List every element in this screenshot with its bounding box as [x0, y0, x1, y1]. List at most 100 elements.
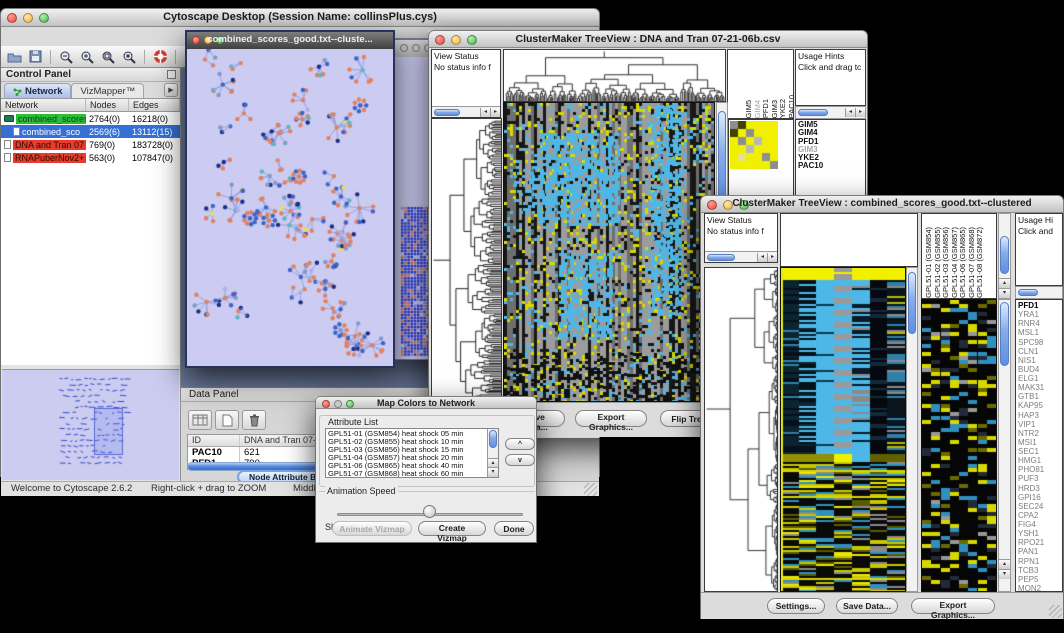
usage-hints-panel: Usage Hints Click and drag tc	[795, 49, 866, 106]
network-row-selected[interactable]: combined_sco 2569(6)13112(15)	[1, 125, 180, 138]
column-dendrogram-panel[interactable]	[780, 213, 918, 267]
float-panel-icon[interactable]	[167, 70, 176, 79]
network-table: combined_scores 2764(0)16218(0) combined…	[1, 112, 180, 365]
gene-label: YRA1	[1018, 310, 1060, 319]
control-panel-tabs: Network VizMapper™ ▶	[1, 82, 180, 99]
labels-vscrollbar[interactable]: ▴ ▾	[998, 213, 1011, 299]
slider-thumb[interactable]	[423, 505, 436, 518]
network-row[interactable]: DNA and Tran 07 769(0)183728(0)	[1, 138, 180, 151]
gene-label: GTB1	[1018, 392, 1060, 401]
attribute-item[interactable]: GPL51-07 (GSM868) heat shock 60 min	[328, 470, 496, 478]
column-dendrogram-panel[interactable]	[503, 49, 726, 102]
scroll-down-icon[interactable]: ▾	[999, 569, 1010, 579]
scroll-right-icon[interactable]: ▸	[767, 253, 777, 262]
zoom-selected-icon[interactable]	[120, 48, 138, 65]
usage-hints-hscrollbar[interactable]: ◂▸	[795, 106, 866, 119]
global-heatmap[interactable]	[780, 267, 906, 592]
scroll-up-icon[interactable]: ▴	[999, 278, 1010, 288]
network-view-window: combined_scores_good.txt--cluste...	[185, 30, 395, 368]
open-file-icon[interactable]	[5, 48, 23, 65]
gene-label: NIS1	[1018, 356, 1060, 365]
tab-overflow-arrow[interactable]: ▶	[164, 83, 178, 97]
save-data-button[interactable]: Save Data...	[836, 598, 898, 614]
tab-network[interactable]: Network	[4, 83, 71, 98]
close-button[interactable]	[400, 44, 408, 52]
row-dendrogram-panel[interactable]	[431, 118, 502, 402]
network-overview-panel[interactable]	[2, 369, 179, 480]
attribute-list-vscrollbar[interactable]: ▴ ▾	[487, 429, 498, 477]
folder-icon	[4, 115, 14, 122]
settings-button[interactable]: Settings...	[767, 598, 825, 614]
treeview2-titlebar[interactable]: ClusterMaker TreeView : combined_scores_…	[700, 195, 1064, 213]
gene-label: PAC10	[798, 162, 863, 170]
gene-label: HMG1	[1018, 456, 1060, 465]
export-graphics-button[interactable]: Export Graphics...	[575, 410, 647, 427]
column-label: PAC10	[788, 95, 795, 118]
attribute-list[interactable]: GPL51-01 (GSM854) heat shock 05 minGPL51…	[325, 428, 499, 478]
network-row[interactable]: RNAPuberNov2+ 563(0)107847(0)	[1, 151, 180, 164]
export-graphics-button[interactable]: Export Graphics...	[911, 598, 995, 614]
scroll-right-icon[interactable]: ▸	[490, 108, 500, 117]
scroll-left-icon[interactable]: ◂	[757, 253, 767, 262]
view-status-hscrollbar[interactable]: ◂▸	[704, 251, 778, 263]
network-file-icon	[4, 140, 11, 149]
minimize-button[interactable]	[412, 44, 420, 52]
scroll-up-icon[interactable]: ▴	[999, 559, 1010, 569]
resize-grip[interactable]	[1049, 605, 1062, 618]
view-status-hscrollbar[interactable]: ◂▸	[431, 106, 501, 118]
network-file-icon	[13, 127, 20, 136]
status-welcome: Welcome to Cytoscape 2.6.2	[11, 483, 132, 494]
scroll-left-icon[interactable]: ◂	[845, 108, 855, 117]
gene-label: RPN1	[1018, 557, 1060, 566]
zoom-in-icon[interactable]	[78, 48, 96, 65]
delete-attribute-icon[interactable]	[242, 410, 266, 430]
new-attribute-icon[interactable]	[215, 410, 239, 430]
gene-label: BUD4	[1018, 365, 1060, 374]
scroll-down-icon[interactable]: ▾	[999, 288, 1010, 298]
network-window-title: combined_scores_good.txt--cluste...	[187, 34, 393, 45]
network-row[interactable]: combined_scores 2764(0)16218(0)	[1, 112, 180, 125]
resize-grip[interactable]	[584, 483, 597, 496]
animation-speed-label: Animation Speed	[325, 486, 398, 496]
gene-list: PFD1YRA1RNR4MSL1SPC98CLN1NIS1BUD4ELG1MAK…	[1015, 299, 1063, 592]
move-down-button[interactable]: v	[505, 454, 535, 466]
control-panel: Control Panel Network VizMapper™ ▶ Netwo…	[1, 68, 181, 481]
scroll-right-icon[interactable]: ▸	[855, 108, 865, 117]
select-attributes-icon[interactable]	[188, 410, 212, 430]
create-vizmap-button[interactable]: Create Vizmap	[418, 521, 486, 536]
done-button[interactable]: Done	[494, 521, 534, 536]
treeview1-titlebar[interactable]: ClusterMaker TreeView : DNA and Tran 07-…	[428, 30, 868, 48]
tab-vizmapper[interactable]: VizMapper™	[71, 83, 144, 98]
network-file-icon	[4, 153, 11, 162]
animate-vizmap-button[interactable]: Animate Vizmap	[332, 521, 412, 536]
gene-label: MAK31	[1018, 383, 1060, 392]
zoom-heatmap[interactable]	[921, 299, 997, 592]
treeview2-title: ClusterMaker TreeView : combined_scores_…	[701, 198, 1063, 209]
gene-label: ELG1	[1018, 374, 1060, 383]
usage-hints-hscrollbar[interactable]	[1015, 286, 1063, 299]
heatmap-vscrollbar[interactable]	[906, 267, 918, 592]
row-dendrogram-panel[interactable]	[704, 267, 778, 592]
treeview2-window: ClusterMaker TreeView : combined_scores_…	[700, 195, 1064, 620]
main-window-title: Cytoscape Desktop (Session Name: collins…	[1, 11, 599, 23]
global-heatmap[interactable]	[503, 102, 715, 402]
column-label: GPL51-08 (GSM872)	[976, 227, 985, 298]
scroll-left-icon[interactable]: ◂	[480, 108, 490, 117]
move-up-button[interactable]: ^	[505, 438, 535, 450]
gene-label: PAN1	[1018, 547, 1060, 556]
desktop: Cytoscape Desktop (Session Name: collins…	[0, 0, 1064, 633]
network-canvas[interactable]	[187, 49, 393, 366]
gene-label: HAP3	[1018, 411, 1060, 420]
save-icon[interactable]	[26, 48, 44, 65]
gene-list-vscrollbar[interactable]: ▴ ▾	[998, 299, 1011, 592]
gene-label: CLN1	[1018, 347, 1060, 356]
status-zoom-hint: Right-click + drag to ZOOM	[151, 483, 266, 494]
main-titlebar[interactable]: Cytoscape Desktop (Session Name: collins…	[0, 8, 600, 27]
scroll-down-icon[interactable]: ▾	[488, 467, 498, 477]
dialog-titlebar[interactable]: Map Colors to Network	[315, 396, 537, 409]
zoom-out-icon[interactable]	[57, 48, 75, 65]
help-lifesaver-icon[interactable]	[151, 48, 169, 65]
network-titlebar[interactable]: combined_scores_good.txt--cluste...	[187, 32, 393, 49]
gene-label: RNR4	[1018, 319, 1060, 328]
zoom-fit-icon[interactable]	[99, 48, 117, 65]
